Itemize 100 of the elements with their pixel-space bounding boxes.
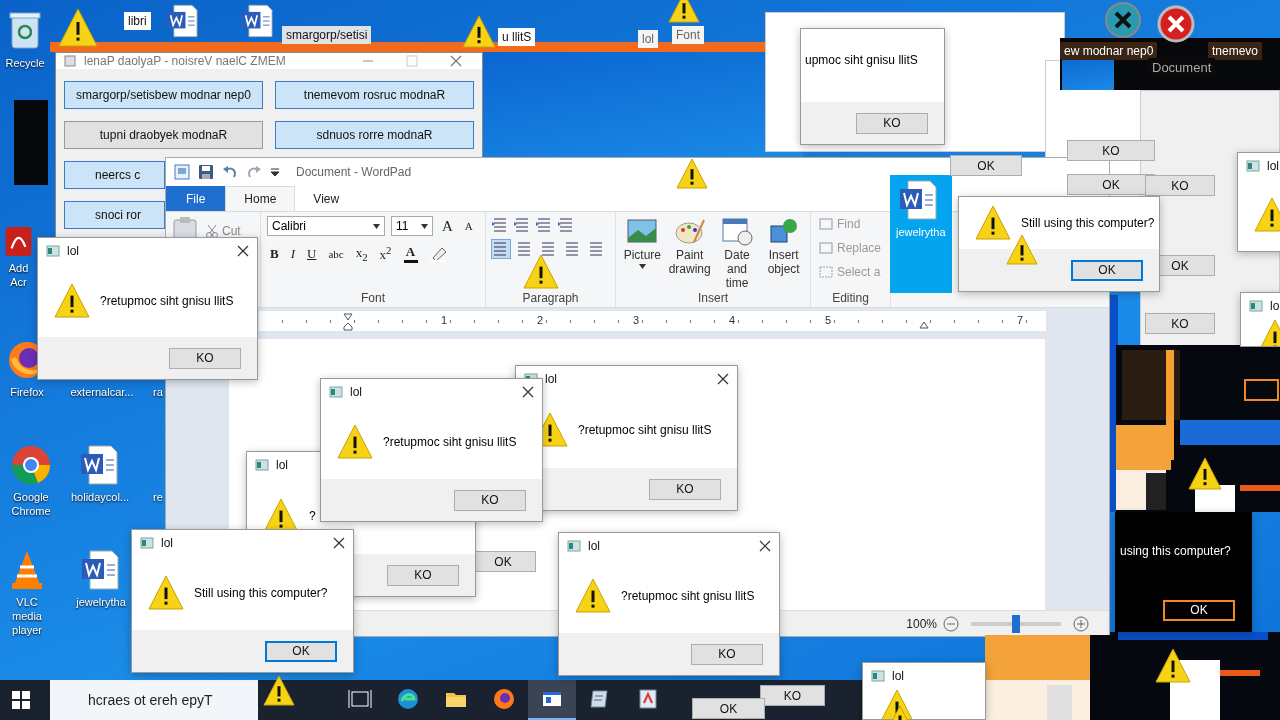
warning-icon <box>1155 648 1191 684</box>
warning-icon <box>975 205 1011 241</box>
window-icon <box>1249 300 1263 312</box>
desktop-icon[interactable]: VLC media player <box>0 545 54 639</box>
desktop-icon[interactable]: jewelrytha <box>72 545 130 611</box>
payload-button[interactable]: neercs c <box>64 161 165 189</box>
indent-marker-icon[interactable] <box>343 313 353 331</box>
group-label: Insert <box>697 291 729 305</box>
icon-label[interactable]: VLC media player <box>0 595 54 637</box>
paint-drawing-button[interactable]: Paint drawing <box>668 216 711 276</box>
dialog-button[interactable]: OK <box>1071 259 1143 281</box>
dialog-message: ?retupmoc siht gnisu llitS <box>383 435 517 449</box>
dialog-button[interactable]: KO <box>1145 175 1215 196</box>
warning-icon <box>148 575 184 611</box>
desktop-icon[interactable]: Recycle <box>0 6 50 72</box>
error-icon <box>1156 4 1196 44</box>
shrink-font-button[interactable]: A <box>461 220 476 232</box>
font-color-button[interactable]: A <box>400 244 421 264</box>
ribbon-tab[interactable]: Home <box>225 186 296 211</box>
payload-button[interactable]: smargorp/setisbew modnar nep0 <box>64 81 263 109</box>
icon-label[interactable]: ra <box>153 385 163 399</box>
dropdown-icon[interactable] <box>270 167 280 177</box>
window-icon <box>871 670 885 682</box>
dialog-button[interactable]: KO <box>856 112 928 134</box>
payload-button[interactable]: tupni draobyek modnaR <box>64 121 263 149</box>
dialog-title: lol <box>545 372 557 386</box>
zoom-out-icon[interactable] <box>943 615 959 632</box>
dialog-button[interactable]: OK <box>1163 599 1235 621</box>
ruler-number: 7 <box>1017 314 1024 326</box>
icon-label[interactable]: Google Chrome <box>0 490 62 518</box>
desktop-icon[interactable]: Add Acr <box>0 222 37 291</box>
file-menu-button[interactable]: File <box>166 186 226 211</box>
dialog-message: ?retupmoc siht gnisu llitS <box>100 293 234 308</box>
ribbon-tab[interactable]: View <box>295 186 358 211</box>
dialog-message: ?retupmoc siht gnisu llitS <box>621 589 755 603</box>
date-time-button[interactable]: Date and time <box>716 216 758 290</box>
redo-icon[interactable] <box>246 164 262 180</box>
icon-label[interactable]: Add Acr <box>0 261 37 289</box>
payload-button[interactable]: sdnuos rorre modnaR <box>275 121 474 149</box>
underline-button[interactable]: U <box>304 245 320 262</box>
zoom-in-icon[interactable] <box>1073 615 1089 632</box>
indent-increase-icon[interactable] <box>514 216 530 232</box>
warning-icon <box>1188 457 1222 491</box>
grow-font-button[interactable]: A <box>439 217 456 235</box>
save-icon[interactable] <box>198 164 214 180</box>
close-icon[interactable] <box>522 386 534 398</box>
dialog-button[interactable]: KO <box>760 685 825 706</box>
payload-button[interactable]: tnemevom rosruc modnaR <box>275 81 474 109</box>
strikethrough-button[interactable]: abc <box>325 247 347 260</box>
dialog-button[interactable]: KO <box>1145 313 1215 334</box>
undo-icon[interactable] <box>222 164 238 180</box>
desktop-icon[interactable]: Google Chrome <box>0 440 62 520</box>
dialog-button[interactable]: KO <box>1067 140 1155 161</box>
close-icon[interactable] <box>237 245 249 257</box>
dialog-button[interactable]: KO <box>454 489 526 511</box>
warning-icon <box>1254 197 1280 233</box>
close-icon[interactable] <box>333 537 345 549</box>
dialog-button[interactable]: OK <box>265 640 337 662</box>
script-button[interactable]: x$^{2}$ <box>376 244 395 264</box>
taskbar-button[interactable] <box>528 680 576 720</box>
font-name-dropdown[interactable]: Calibri <box>267 216 385 236</box>
close-icon[interactable] <box>759 540 771 552</box>
icon-label[interactable]: externalcar... <box>70 385 134 399</box>
landscape-icon <box>626 216 659 246</box>
dialog-title: lol <box>161 536 173 550</box>
dialog-button[interactable]: OK <box>692 698 765 719</box>
bullet-list-icon[interactable] <box>536 216 552 232</box>
highlighter-icon <box>429 245 448 262</box>
bold-button[interactable]: B <box>267 245 282 262</box>
group-label: Font <box>360 291 386 305</box>
desktop-icon[interactable]: re <box>150 440 166 506</box>
dialog-button[interactable]: KO <box>387 564 459 586</box>
close-icon[interactable] <box>717 373 729 385</box>
dialog-button[interactable]: OK <box>950 155 1022 176</box>
align-left-icon[interactable] <box>492 240 510 258</box>
slider-thumb[interactable] <box>1011 614 1020 633</box>
icon-label[interactable]: holidaycol... <box>70 490 130 504</box>
dialog-button[interactable]: KO <box>691 643 763 665</box>
payload-button[interactable]: snoci ror <box>64 201 165 229</box>
icon-label[interactable]: Recycle <box>5 56 45 70</box>
icon-label[interactable]: re <box>153 490 163 504</box>
dialog-button[interactable]: KO <box>169 347 241 369</box>
cube-sphere-icon <box>767 216 800 246</box>
right-margin-marker-icon[interactable] <box>919 321 929 329</box>
script-button[interactable]: x$_{2}$ <box>352 244 371 263</box>
dialog-button[interactable]: KO <box>649 478 721 500</box>
line-spacing-icon[interactable] <box>558 216 574 232</box>
insert-object-button[interactable]: Insert object <box>763 216 804 276</box>
picture-button[interactable]: Picture <box>622 216 663 269</box>
desktop-icon[interactable]: holidaycol... <box>70 440 130 506</box>
italic-button[interactable]: I <box>287 245 298 262</box>
windows-start-icon[interactable] <box>12 691 30 709</box>
icon-label[interactable]: Firefox <box>10 385 44 399</box>
font-size-dropdown[interactable]: 11 <box>391 216 433 236</box>
search-field[interactable]: hcraes ot ereh epyT <box>50 680 258 720</box>
icon-label[interactable]: jewelrytha <box>76 595 126 609</box>
error-icon <box>1103 0 1143 40</box>
indent-decrease-icon[interactable] <box>492 216 508 232</box>
warning-icon <box>575 578 611 614</box>
warning-icon <box>54 282 90 319</box>
